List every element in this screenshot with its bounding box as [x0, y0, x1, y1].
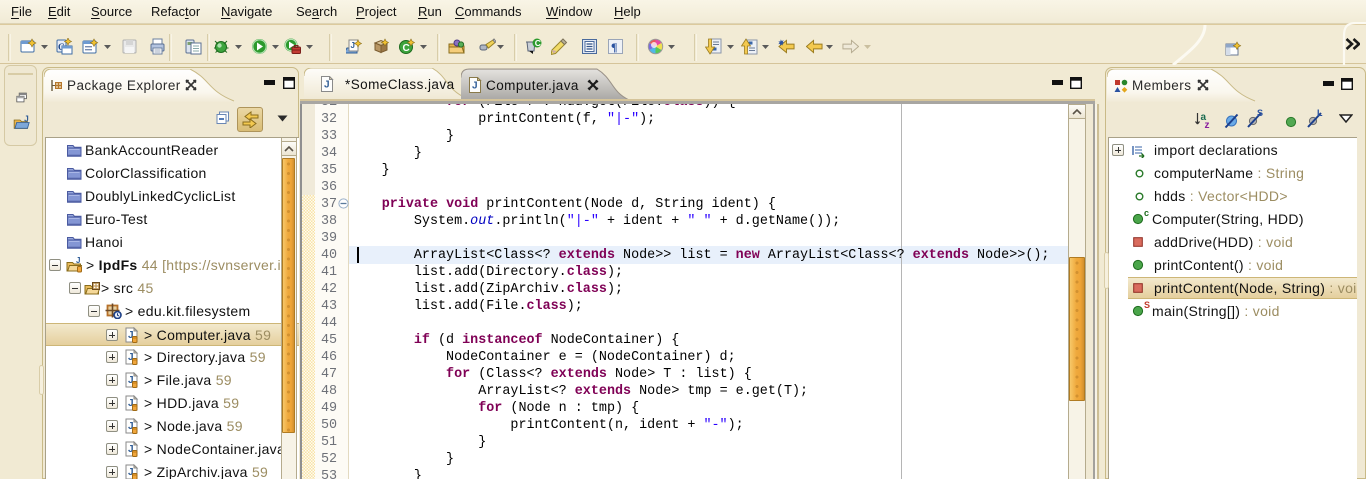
svg-text:J: J [472, 81, 478, 92]
svg-text:J: J [351, 41, 355, 50]
svg-text:S: S [1257, 108, 1263, 118]
svg-text:z: z [1205, 120, 1210, 129]
svg-text:¶: ¶ [611, 40, 617, 54]
svg-text:J: J [24, 115, 29, 124]
svg-text:C: C [403, 43, 410, 54]
svg-text:L: L [1317, 108, 1323, 118]
svg-text:J: J [324, 80, 330, 91]
svg-text:C: C [535, 38, 541, 48]
